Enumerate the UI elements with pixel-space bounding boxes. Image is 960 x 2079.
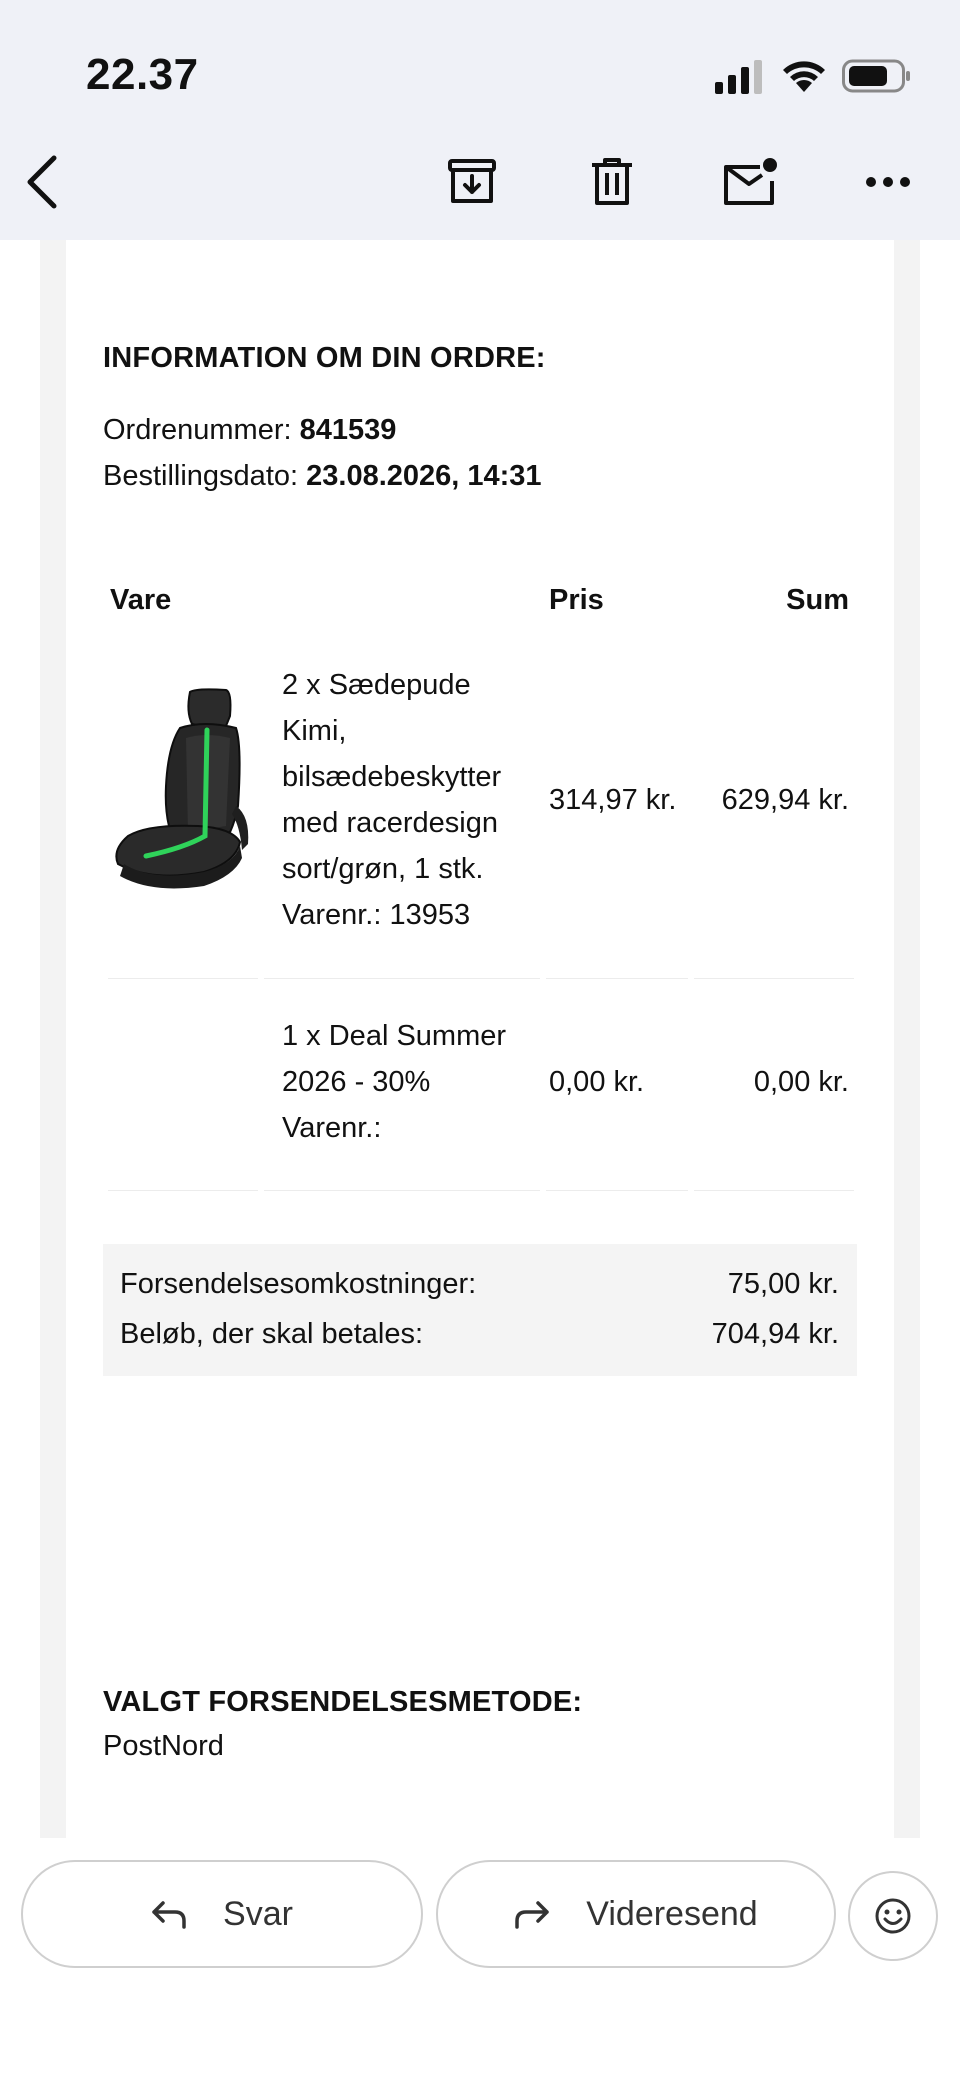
cellular-signal-icon [715,60,762,94]
column-header-sum: Sum [786,584,849,616]
item-sum: 629,94 kr. [721,784,849,816]
item-line: Kimi, [282,715,347,747]
smiley-icon [875,1898,911,1934]
order-info-heading: INFORMATION OM DIN ORDRE: [103,342,546,374]
row-divider [264,1190,540,1191]
more-button[interactable] [856,150,920,214]
wifi-icon [783,61,825,92]
trash-icon [592,158,632,205]
item-description: 2 x Sædepude Kimi, bilsædebeskytter med … [282,662,532,938]
item-description: 1 x Deal Summer 2026 - 30% Varenr.: [282,1013,552,1151]
archive-button[interactable] [440,150,504,214]
column-header-price: Pris [549,584,604,616]
emoji-reaction-button[interactable] [848,1871,938,1961]
top-bar: 22.37 [0,0,960,240]
mark-unread-button[interactable] [718,150,782,214]
shipping-cost-label: Forsendelsesomkostninger: [120,1268,477,1300]
reply-label: Svar [223,1894,293,1933]
row-divider [546,1190,688,1191]
total-label: Beløb, der skal betales: [120,1318,424,1350]
row-divider [264,978,540,979]
item-line: sort/grøn, 1 stk. [282,853,484,885]
item-line: bilsædebeskytter [282,761,502,793]
row-divider [108,978,258,979]
order-number: 841539 [299,414,397,446]
row-divider [546,978,688,979]
back-arrow-icon [27,155,57,209]
item-line: med racerdesign [282,807,498,839]
product-image-seat-cover [115,688,249,889]
order-summary: Forsendelsesomkostninger: 75,00 kr. Belø… [103,1244,857,1376]
delete-button[interactable] [580,150,644,214]
shipping-method-heading: VALGT FORSENDELSESMETODE: [103,1686,583,1718]
total-value: 704,94 kr. [711,1318,839,1350]
mark-unread-icon [724,158,777,205]
forward-icon [515,1901,550,1929]
item-line: 1 x Deal Summer [282,1020,507,1052]
row-divider [694,978,854,979]
shipping-method-value: PostNord [103,1730,224,1762]
battery-icon [842,59,910,93]
item-line: Varenr.: 13953 [282,899,471,931]
shipping-cost-value: 75,00 kr. [727,1268,839,1300]
item-sum: 0,00 kr. [753,1066,849,1098]
more-icon [866,177,910,187]
forward-button[interactable]: Videresend [436,1860,836,1968]
item-line: 2026 - 30% [282,1066,431,1098]
row-divider [694,1190,854,1191]
reply-icon [152,1901,186,1929]
forward-label: Videresend [586,1894,758,1933]
item-price: 314,97 kr. [549,784,677,816]
order-number-line: Ordrenummer: 841539 [103,414,396,447]
order-date: 23.08.2026, 14:31 [306,460,542,492]
archive-icon [448,159,496,203]
item-line: 2 x Sædepude [282,669,471,701]
reply-button[interactable]: Svar [21,1860,423,1968]
item-line: Varenr.: [282,1112,382,1144]
row-divider [108,1190,258,1191]
back-button[interactable] [10,150,74,214]
order-number-label: Ordrenummer: [103,414,292,446]
item-price: 0,00 kr. [549,1066,645,1098]
order-date-line: Bestillingsdato: 23.08.2026, 14:31 [103,460,542,493]
order-date-label: Bestillingsdato: [103,460,299,492]
column-header-item: Vare [110,584,172,616]
status-time: 22.37 [86,50,199,99]
